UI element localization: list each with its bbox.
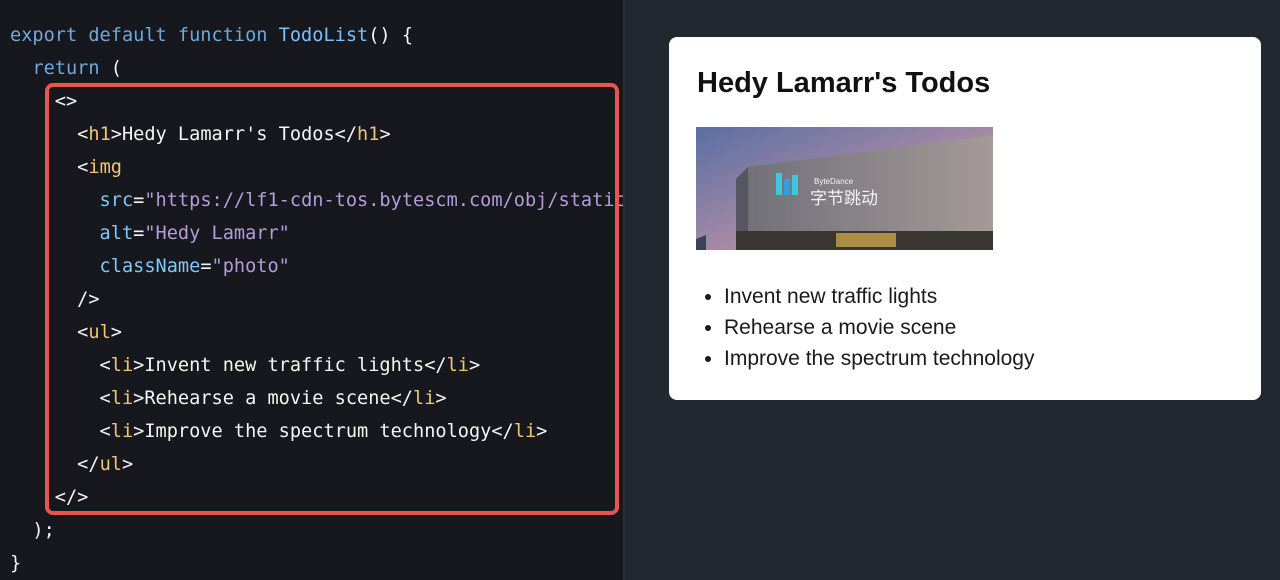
- code-line[interactable]: );: [10, 514, 623, 547]
- code-token: </>: [10, 487, 89, 508]
- code-token: (: [110, 58, 122, 79]
- code-token: =: [133, 223, 145, 244]
- code-line[interactable]: alt="Hedy Lamarr": [10, 217, 623, 250]
- code-token: li: [446, 355, 469, 376]
- code-token: "Hedy Lamarr": [144, 223, 290, 244]
- code-token: li: [513, 421, 537, 442]
- photo-sign-small: ByteDance: [814, 177, 854, 186]
- code-line[interactable]: <li>Rehearse a movie scene</li>: [10, 382, 623, 415]
- code-line[interactable]: <li>Improve the spectrum technology</li>: [10, 415, 623, 448]
- code-line[interactable]: return (: [10, 52, 623, 85]
- code-token: >Invent new traffic lights</: [133, 355, 447, 376]
- preview-title: Hedy Lamarr's Todos: [697, 67, 991, 99]
- code-token: return: [10, 58, 111, 79]
- code-line[interactable]: <img: [10, 151, 623, 184]
- code-token: =: [200, 256, 212, 277]
- todo-item: Invent new traffic lights: [724, 281, 1035, 312]
- photo-sign-large: 字节跳动: [810, 189, 878, 209]
- code-line[interactable]: src="https://lf1-cdn-tos.bytescm.com/obj…: [10, 184, 623, 217]
- todo-item: Improve the spectrum technology: [724, 343, 1035, 374]
- code-token: >: [435, 388, 447, 409]
- preview-card: Hedy Lamarr's Todos ByteDance 字节跳动 • Inv…: [669, 37, 1261, 400]
- bytedance-building-photo: ByteDance 字节跳动: [696, 127, 993, 250]
- code-token: li: [110, 355, 134, 376]
- code-token: className: [10, 256, 201, 277]
- code-token: <: [10, 421, 111, 442]
- code-token: >: [110, 322, 122, 343]
- code-line[interactable]: }: [10, 547, 623, 580]
- code-token: ul: [88, 322, 111, 343]
- code-token: >Improve the spectrum technology</: [133, 421, 514, 442]
- code-token: <: [10, 322, 89, 343]
- code-token: () {: [368, 25, 414, 46]
- code-token: </: [10, 454, 100, 475]
- code-line[interactable]: />: [10, 283, 623, 316]
- code-token: >Hedy Lamarr's Todos</: [110, 124, 358, 145]
- code-token: h1: [88, 124, 111, 145]
- code-token: li: [110, 421, 134, 442]
- code-token: =: [133, 190, 145, 211]
- code-line[interactable]: <ul>: [10, 316, 623, 349]
- code-token: >: [379, 124, 391, 145]
- photo: ByteDance 字节跳动: [696, 127, 993, 250]
- code-token: "https://lf1-cdn-tos.bytescm.com/obj/sta…: [144, 190, 623, 211]
- code-token: ul: [99, 454, 122, 475]
- code-line[interactable]: </ul>: [10, 448, 623, 481]
- code-block[interactable]: export default function TodoList() { ret…: [10, 19, 623, 580]
- code-token: TodoList: [278, 25, 369, 46]
- code-token: <: [10, 157, 89, 178]
- code-line[interactable]: <>: [10, 85, 623, 118]
- code-line[interactable]: <li>Invent new traffic lights</li>: [10, 349, 623, 382]
- code-token: >: [468, 355, 481, 376]
- code-token: <: [10, 355, 111, 376]
- code-line[interactable]: <h1>Hedy Lamarr's Todos</h1>: [10, 118, 623, 151]
- code-token: li: [110, 388, 134, 409]
- code-line[interactable]: </>: [10, 481, 623, 514]
- code-token: );: [10, 520, 55, 541]
- code-token: <>: [10, 91, 78, 112]
- code-token: <: [10, 388, 111, 409]
- code-token: <: [10, 124, 89, 145]
- code-token: alt: [10, 223, 134, 244]
- code-line[interactable]: export default function TodoList() {: [10, 19, 623, 52]
- code-token: />: [10, 289, 100, 310]
- code-token: "photo": [211, 256, 290, 277]
- code-token: >: [536, 421, 548, 442]
- code-token: >: [121, 454, 134, 475]
- code-token: src: [10, 190, 134, 211]
- code-token: >Rehearse a movie scene</: [133, 388, 414, 409]
- code-token: export default function: [10, 25, 279, 46]
- code-line[interactable]: className="photo": [10, 250, 623, 283]
- todo-list: Invent new traffic lightsRehearse a movi…: [696, 281, 1035, 374]
- code-token: }: [10, 553, 22, 574]
- code-token: h1: [357, 124, 380, 145]
- todo-item: Rehearse a movie scene: [724, 312, 1035, 343]
- code-token: img: [88, 157, 122, 178]
- code-editor[interactable]: export default function TodoList() { ret…: [0, 0, 623, 580]
- code-token: li: [413, 388, 436, 409]
